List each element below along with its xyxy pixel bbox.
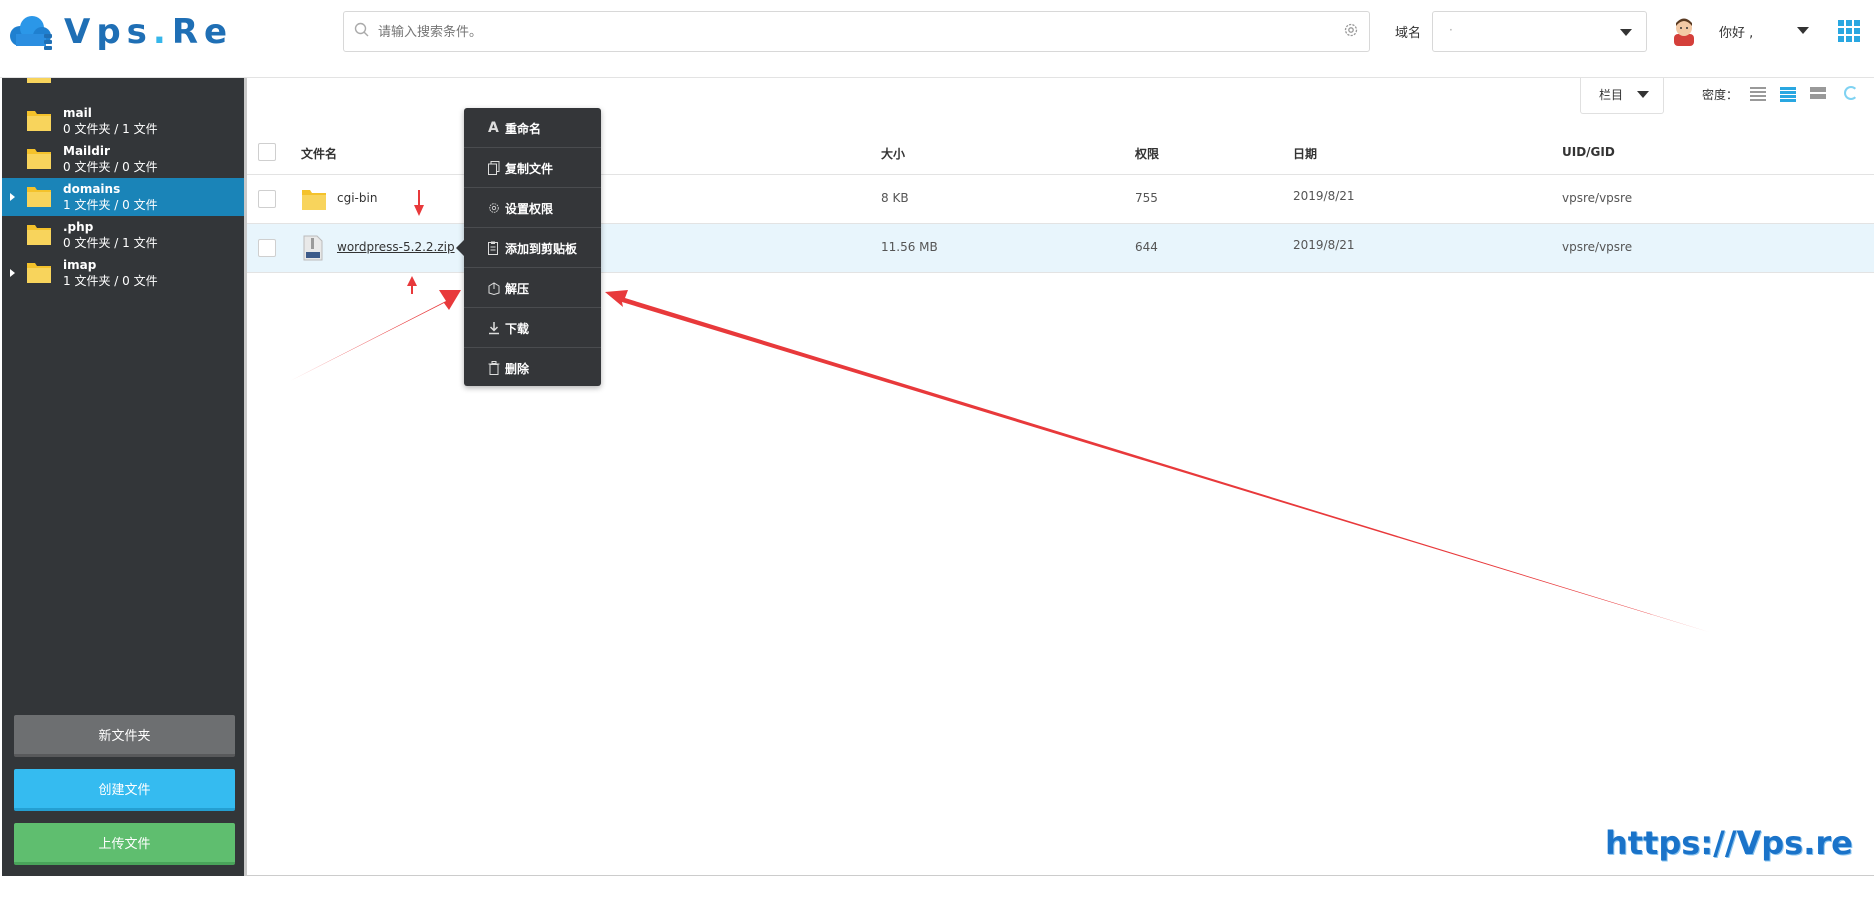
folder-icon bbox=[27, 111, 51, 131]
domain-value: · bbox=[1449, 23, 1453, 37]
zip-file-icon bbox=[303, 235, 323, 261]
tree-item-partial[interactable] bbox=[2, 78, 244, 94]
refresh-icon[interactable] bbox=[1844, 86, 1858, 100]
column-header-size[interactable]: 大小 bbox=[881, 145, 905, 162]
folder-icon bbox=[27, 78, 51, 83]
folder-icon bbox=[27, 149, 51, 169]
menu-item-download[interactable]: 下载 bbox=[464, 308, 601, 348]
file-context-menu: A 重命名 复制文件 设置权限 添加到剪贴板 解压 下载 删除 bbox=[456, 108, 601, 388]
menu-item-permissions[interactable]: 设置权限 bbox=[464, 188, 601, 228]
menu-item-add-clipboard[interactable]: 添加到剪贴板 bbox=[464, 228, 601, 268]
gear-icon[interactable] bbox=[1343, 22, 1359, 38]
file-name[interactable]: cgi-bin bbox=[337, 191, 377, 205]
select-all-checkbox[interactable] bbox=[258, 143, 276, 161]
folder-tree-sidebar: mail 0 文件夹 / 1 文件 Maildir 0 文件夹 / 0 文件 d… bbox=[2, 78, 244, 876]
folder-icon bbox=[27, 263, 51, 283]
menu-item-label: 下载 bbox=[505, 322, 530, 336]
search-input[interactable] bbox=[378, 18, 1278, 46]
menu-item-label: 解压 bbox=[505, 282, 530, 296]
row-checkbox[interactable] bbox=[258, 239, 276, 257]
file-permissions: 644 bbox=[1135, 240, 1158, 254]
menu-item-label: 重命名 bbox=[505, 122, 542, 136]
avatar[interactable] bbox=[1671, 16, 1697, 46]
file-owner: vpsre/vpsre bbox=[1562, 191, 1633, 205]
column-header-date[interactable]: 日期 bbox=[1293, 145, 1317, 162]
menu-item-copy[interactable]: 复制文件 bbox=[464, 148, 601, 188]
tree-item-meta: 0 文件夹 / 1 文件 bbox=[63, 122, 158, 136]
upload-file-button[interactable]: 上传文件 bbox=[14, 823, 235, 865]
watermark: https://Vps.re bbox=[1605, 824, 1853, 862]
clipboard-icon bbox=[488, 241, 498, 255]
app-header: Vps.Re 域名 · 你好 , bbox=[0, 0, 1874, 78]
column-header-name[interactable]: 文件名 bbox=[301, 145, 337, 162]
search-box bbox=[343, 11, 1370, 52]
rename-icon: A bbox=[488, 120, 499, 136]
tree-item-name: imap bbox=[63, 258, 97, 272]
download-icon bbox=[489, 322, 499, 335]
tree-item-mail[interactable]: mail 0 文件夹 / 1 文件 bbox=[2, 102, 244, 140]
chevron-down-icon bbox=[1620, 29, 1632, 36]
row-checkbox[interactable] bbox=[258, 190, 276, 208]
user-greeting[interactable]: 你好 , bbox=[1719, 22, 1753, 41]
density-compact-icon[interactable] bbox=[1750, 87, 1766, 101]
chevron-down-icon bbox=[1637, 91, 1649, 98]
extract-icon bbox=[488, 282, 500, 295]
cloud-logo-icon bbox=[10, 16, 52, 50]
tree-item-meta: 1 文件夹 / 0 文件 bbox=[63, 274, 158, 288]
menu-item-rename[interactable]: A 重命名 bbox=[464, 108, 601, 148]
tree-item-meta: 0 文件夹 / 0 文件 bbox=[63, 160, 158, 174]
tree-item-imap[interactable]: imap 1 文件夹 / 0 文件 bbox=[2, 254, 244, 292]
tree-item-maildir[interactable]: Maildir 0 文件夹 / 0 文件 bbox=[2, 140, 244, 178]
tree-item-domains[interactable]: domains 1 文件夹 / 0 文件 bbox=[2, 178, 244, 216]
tree-item-meta: 0 文件夹 / 1 文件 bbox=[63, 236, 158, 250]
search-icon bbox=[354, 22, 369, 37]
file-date: 2019/8/21 bbox=[1293, 189, 1355, 203]
tree-item-php[interactable]: .php 0 文件夹 / 1 文件 bbox=[2, 216, 244, 254]
file-name[interactable]: wordpress-5.2.2.zip bbox=[337, 240, 455, 254]
file-size: 11.56 MB bbox=[881, 240, 938, 254]
file-owner: vpsre/vpsre bbox=[1562, 240, 1633, 254]
folder-icon bbox=[302, 190, 326, 210]
density-label: 密度： bbox=[1702, 88, 1739, 102]
columns-dropdown[interactable]: 栏目 bbox=[1580, 78, 1664, 114]
density-comfortable-icon[interactable] bbox=[1810, 87, 1826, 101]
column-header-permissions[interactable]: 权限 bbox=[1135, 145, 1159, 162]
menu-item-label: 复制文件 bbox=[505, 162, 554, 176]
file-date: 2019/8/21 bbox=[1293, 238, 1355, 252]
apps-grid-icon[interactable] bbox=[1838, 20, 1860, 42]
menu-item-extract[interactable]: 解压 bbox=[464, 268, 601, 308]
domain-select[interactable]: · bbox=[1432, 11, 1647, 52]
density-normal-icon[interactable] bbox=[1780, 87, 1796, 102]
menu-item-label: 删除 bbox=[505, 362, 530, 376]
tree-item-name: domains bbox=[63, 182, 121, 196]
folder-icon bbox=[27, 187, 51, 207]
folder-icon bbox=[27, 225, 51, 245]
logo-text: Vps.Re bbox=[64, 12, 234, 52]
menu-item-delete[interactable]: 删除 bbox=[464, 348, 601, 388]
expand-arrow-icon[interactable] bbox=[10, 269, 15, 277]
menu-item-label: 添加到剪贴板 bbox=[505, 242, 578, 256]
domain-label: 域名 bbox=[1395, 26, 1422, 41]
tree-item-name: .php bbox=[63, 220, 94, 234]
logo[interactable]: Vps.Re bbox=[6, 12, 233, 52]
new-folder-button[interactable]: 新文件夹 bbox=[14, 715, 235, 757]
gear-icon bbox=[489, 203, 499, 213]
menu-item-label: 设置权限 bbox=[505, 202, 554, 216]
copy-icon bbox=[488, 161, 500, 175]
column-header-owner[interactable]: UID/GID bbox=[1562, 145, 1615, 159]
expand-arrow-icon[interactable] bbox=[10, 193, 15, 201]
user-menu-chevron-icon[interactable] bbox=[1797, 27, 1809, 34]
file-permissions: 755 bbox=[1135, 191, 1158, 205]
create-file-button[interactable]: 创建文件 bbox=[14, 769, 235, 811]
tree-item-name: mail bbox=[63, 106, 92, 120]
trash-icon bbox=[488, 361, 500, 375]
tree-item-name: Maildir bbox=[63, 144, 110, 158]
file-size: 8 KB bbox=[881, 191, 909, 205]
tree-item-meta: 1 文件夹 / 0 文件 bbox=[63, 198, 158, 212]
columns-label: 栏目 bbox=[1599, 88, 1624, 102]
